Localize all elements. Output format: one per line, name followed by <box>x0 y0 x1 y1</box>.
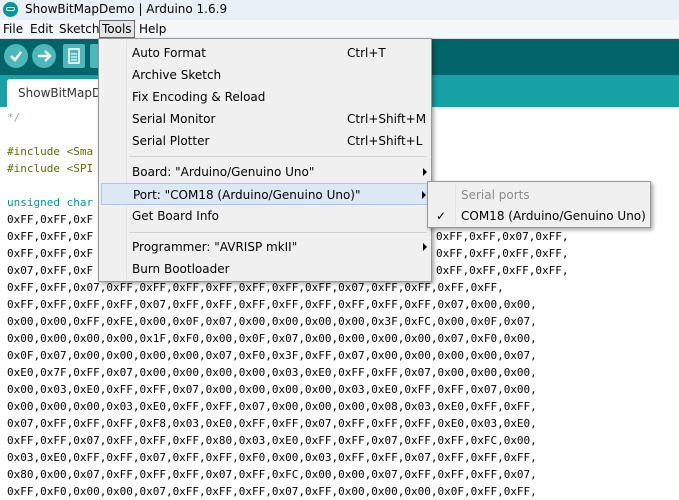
checkmark-icon: ✓ <box>436 209 447 223</box>
code-line: 0x00,0x03,0xE0,0xFF,0xFF,0x07,0x00,0x00,… <box>7 383 537 396</box>
verify-button[interactable] <box>4 44 28 68</box>
menu-item-label: Serial Plotter <box>132 134 210 148</box>
window-title: ShowBitMapDemo | Arduino 1.6.9 <box>25 2 228 16</box>
menu-item-label: Board: "Arduino/Genuino Uno" <box>132 165 315 179</box>
menu-separator <box>129 156 427 157</box>
menu-item-programmer[interactable]: Programmer: "AVRISP mkII" <box>101 236 429 258</box>
submenu-header: Serial ports <box>461 188 530 202</box>
code-line: 0xFF,0xF0,0x00,0x00,0x07,0xFF,0xFF,0xFF,… <box>7 485 537 498</box>
menu-item-port[interactable]: Port: "COM18 (Arduino/Genuino Uno)" <box>101 183 429 205</box>
code-line: 0x00,0x00,0x00,0x03,0xE0,0xFF,0xFF,0x07,… <box>7 400 537 413</box>
submenu-arrow-icon <box>423 168 427 176</box>
menu-separator <box>129 232 427 233</box>
menu-item-label: Serial Monitor <box>132 112 216 126</box>
menu-item-shortcut: Ctrl+Shift+L <box>347 134 423 148</box>
menu-item-archive-sketch[interactable]: Archive Sketch <box>101 64 429 86</box>
code-line-fragment: 0xFF,0xFF,0x07,0xFF, <box>436 230 569 243</box>
code-line-fragment: 0xFF,0xFF,0xFF,0xFF, <box>436 264 569 277</box>
code-line: 0xE0,0x7F,0xFF,0x07,0x00,0x00,0x00,0x00,… <box>7 366 537 379</box>
menu-sketch[interactable]: Sketch <box>59 21 99 37</box>
menu-help[interactable]: Help <box>139 21 166 37</box>
menu-item-serial-plotter[interactable]: Serial Plotter Ctrl+Shift+L <box>101 130 429 152</box>
new-sketch-icon <box>68 48 80 64</box>
code-line: 0x07,0xFF,0xFF,0xFF,0xF8,0x03,0xE0,0xFF,… <box>7 417 537 430</box>
menu-item-label: Archive Sketch <box>132 68 222 82</box>
menu-item-serial-monitor[interactable]: Serial Monitor Ctrl+Shift+M <box>101 108 429 130</box>
menu-item-label: Get Board Info <box>132 209 219 223</box>
code-line: 0x0F,0x07,0x00,0x00,0x00,0x00,0x07,0xF0,… <box>7 349 537 362</box>
upload-button[interactable] <box>32 44 56 68</box>
menu-item-get-board-info[interactable]: Get Board Info <box>101 205 429 227</box>
menu-item-shortcut: Ctrl+Shift+M <box>347 112 427 126</box>
code-line: 0x07,0xFF,0xF <box>7 264 94 277</box>
tab-label: ShowBitMapDemo <box>18 86 107 100</box>
code-line: 0x00,0x00,0xFF,0xFE,0x00,0x0F,0x07,0x00,… <box>7 315 537 328</box>
port-submenu: Serial ports ✓ COM18 (Arduino/Genuino Un… <box>427 181 651 228</box>
port-item-com18[interactable]: ✓ COM18 (Arduino/Genuino Uno) <box>430 206 648 226</box>
title-bar: ShowBitMapDemo | Arduino 1.6.9 <box>0 0 679 21</box>
arduino-logo-icon <box>3 2 18 17</box>
code-line: 0xFF,0xFF,0xF <box>7 213 94 226</box>
code-line: #include <SPI <box>7 162 94 175</box>
code-line: 0xFF,0xFF,0xFF,0xFF,0x07,0xFF,0xFF,0xFF,… <box>7 298 537 311</box>
code-line: unsigned char <box>7 196 94 209</box>
tab-sketch[interactable]: ShowBitMapDemo <box>7 79 107 107</box>
menu-item-label: Port: "COM18 (Arduino/Genuino Uno)" <box>133 188 361 202</box>
submenu-arrow-icon <box>423 243 427 251</box>
code-line: 0x00,0x00,0x00,0x00,0x1F,0xF0,0x00,0x0F,… <box>7 332 537 345</box>
code-line-fragment: 0xFF,0xFF,0xFF,0xFF, <box>436 247 569 260</box>
code-line: */ <box>7 111 21 124</box>
tools-menu: Auto Format Ctrl+T Archive Sketch Fix En… <box>98 38 432 282</box>
menu-item-board[interactable]: Board: "Arduino/Genuino Uno" <box>101 161 429 183</box>
menu-item-fix-encoding[interactable]: Fix Encoding & Reload <box>101 86 429 108</box>
menu-item-label: Burn Bootloader <box>132 262 230 276</box>
menu-item-label: Fix Encoding & Reload <box>132 90 266 104</box>
menu-bar: File Edit Sketch Tools Help <box>0 20 679 39</box>
menu-item-label: Auto Format <box>132 46 206 60</box>
code-line: #include <Sma <box>7 145 94 158</box>
submenu-arrow-icon <box>422 191 426 199</box>
code-line: 0xFF,0xFF,0xF <box>7 247 94 260</box>
verify-check-icon <box>10 51 22 62</box>
code-line: 0x03,0xE0,0xFF,0xFF,0x07,0xFF,0xFF,0xF0,… <box>7 451 537 464</box>
port-item-label: COM18 (Arduino/Genuino Uno) <box>461 209 646 223</box>
upload-arrow-icon <box>38 50 52 62</box>
menu-item-auto-format[interactable]: Auto Format Ctrl+T <box>101 42 429 64</box>
menu-item-shortcut: Ctrl+T <box>347 46 386 60</box>
menu-edit[interactable]: Edit <box>30 21 53 37</box>
new-sketch-button[interactable] <box>63 44 85 68</box>
code-line: 0x80,0x00,0x07,0xFF,0xFF,0xFF,0x07,0xFF,… <box>7 468 537 481</box>
menu-item-burn-bootloader[interactable]: Burn Bootloader <box>101 258 429 280</box>
menu-item-label: Programmer: "AVRISP mkII" <box>132 240 298 254</box>
code-line: 0xFF,0xFF,0xF <box>7 230 94 243</box>
code-line: 0xFF,0xFF,0x07,0xFF,0xFF,0xFF,0x80,0x03,… <box>7 434 537 447</box>
menu-tools[interactable]: Tools <box>99 20 135 38</box>
menu-file[interactable]: File <box>3 21 23 37</box>
